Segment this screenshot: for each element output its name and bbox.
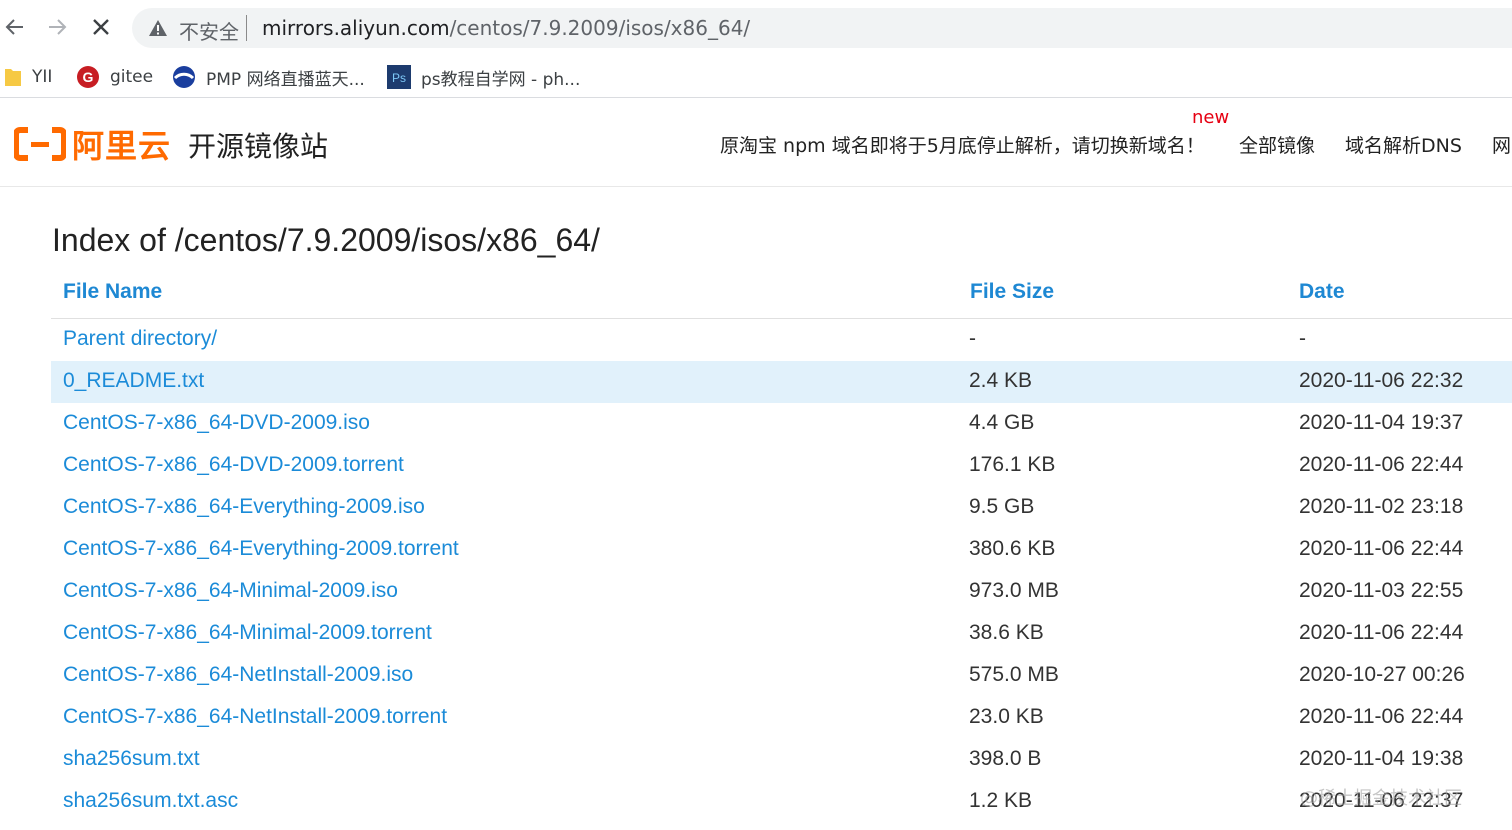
column-header-size[interactable]: File Size: [970, 280, 1054, 304]
bookmark-yii[interactable]: YII: [4, 62, 52, 92]
file-link[interactable]: CentOS-7-x86_64-Everything-2009.iso: [63, 495, 425, 519]
file-size: 575.0 MB: [969, 663, 1059, 686]
table-row: CentOS-7-x86_64-Minimal-2009.torrent 38.…: [51, 613, 1512, 655]
aliyun-logo[interactable]: 阿里云: [14, 121, 171, 167]
forward-arrow-icon: [49, 19, 67, 35]
svg-text:G: G: [83, 69, 94, 85]
file-size: 1.2 KB: [969, 789, 1033, 812]
file-date: -: [1299, 327, 1306, 350]
bookmark-label: YII: [32, 67, 53, 87]
new-badge: new: [1192, 107, 1230, 128]
file-date: 2020-10-27 00:26: [1299, 663, 1465, 686]
pmp-icon: [172, 65, 196, 89]
table-row: CentOS-7-x86_64-Everything-2009.torrent …: [51, 529, 1512, 571]
back-arrow-icon: [5, 19, 23, 35]
bookmark-pmp[interactable]: PMP 网络直播蓝天...: [172, 62, 365, 92]
file-size: 973.0 MB: [969, 579, 1059, 602]
nav-more[interactable]: 网: [1492, 131, 1511, 158]
table-row: CentOS-7-x86_64-DVD-2009.torrent 176.1 K…: [51, 445, 1512, 487]
stop-loading-button[interactable]: [86, 12, 116, 42]
svg-text:Ps: Ps: [392, 71, 406, 85]
table-row: 0_README.txt 2.4 KB 2020-11-06 22:32: [51, 361, 1512, 403]
bookmark-ps[interactable]: Ps ps教程自学网 - ph...: [387, 62, 580, 92]
close-icon: [93, 19, 109, 35]
insecure-label: 不安全: [179, 20, 239, 44]
warning-icon: [148, 18, 168, 43]
url-host: mirrors.aliyun.com: [262, 16, 450, 40]
bookmark-label: PMP 网络直播蓝天...: [206, 69, 365, 90]
file-size: 380.6 KB: [969, 537, 1056, 560]
table-row: CentOS-7-x86_64-Minimal-2009.iso 973.0 M…: [51, 571, 1512, 613]
file-size: 9.5 GB: [969, 495, 1035, 518]
ps-icon: Ps: [387, 65, 411, 89]
file-size: 2.4 KB: [969, 369, 1033, 392]
table-row: Parent directory/ - -: [51, 319, 1512, 361]
domain-notice-link[interactable]: 原淘宝 npm 域名即将于5月底停止解析，请切换新域名！: [720, 131, 1205, 158]
file-link[interactable]: CentOS-7-x86_64-DVD-2009.torrent: [63, 453, 404, 477]
watermark: @稀土掘金技术社区: [1300, 788, 1462, 809]
column-header-name[interactable]: File Name: [63, 280, 162, 304]
file-link[interactable]: CentOS-7-x86_64-NetInstall-2009.torrent: [63, 705, 447, 729]
nav-dns[interactable]: 域名解析DNS: [1345, 131, 1462, 158]
file-link[interactable]: CentOS-7-x86_64-Minimal-2009.iso: [63, 579, 398, 603]
table-row: CentOS-7-x86_64-NetInstall-2009.torrent …: [51, 697, 1512, 739]
divider: [246, 15, 247, 41]
file-date: 2020-11-06 22:44: [1299, 621, 1464, 644]
bookmark-gitee[interactable]: G gitee: [76, 62, 153, 92]
file-link[interactable]: CentOS-7-x86_64-Minimal-2009.torrent: [63, 621, 432, 645]
table-row: sha256sum.txt 398.0 B 2020-11-04 19:38: [51, 739, 1512, 781]
column-header-date[interactable]: Date: [1299, 280, 1345, 304]
table-row: CentOS-7-x86_64-DVD-2009.iso 4.4 GB 2020…: [51, 403, 1512, 445]
table-row: sha256sum.txt.asc 1.2 KB 2020-11-06 22:3…: [51, 781, 1512, 823]
table-row: CentOS-7-x86_64-Everything-2009.iso 9.5 …: [51, 487, 1512, 529]
bookmark-label: ps教程自学网 - ph...: [421, 69, 581, 90]
table-row: CentOS-7-x86_64-NetInstall-2009.iso 575.…: [51, 655, 1512, 697]
file-date: 2020-11-06 22:44: [1299, 453, 1464, 476]
site-title: 开源镜像站: [188, 130, 329, 163]
file-size: 23.0 KB: [969, 705, 1044, 728]
file-size: 4.4 GB: [969, 411, 1035, 434]
address-bar[interactable]: 不安全 mirrors.aliyun.com/centos/7.9.2009/i…: [132, 8, 1512, 48]
file-size: 398.0 B: [969, 747, 1042, 770]
file-date: 2020-11-06 22:32: [1299, 369, 1464, 392]
file-size: -: [969, 327, 976, 350]
file-link[interactable]: sha256sum.txt.asc: [63, 789, 238, 813]
file-listing-table: File Name File Size Date Parent director…: [51, 270, 1512, 823]
site-header: 阿里云 开源镜像站 原淘宝 npm 域名即将于5月底停止解析，请切换新域名！ n…: [0, 99, 1512, 187]
file-link[interactable]: CentOS-7-x86_64-DVD-2009.iso: [63, 411, 370, 435]
page-title: Index of /centos/7.9.2009/isos/x86_64/: [52, 222, 600, 258]
file-date: 2020-11-04 19:38: [1299, 747, 1464, 770]
file-size: 176.1 KB: [969, 453, 1056, 476]
file-date: 2020-11-02 23:18: [1299, 495, 1464, 518]
file-date: 2020-11-06 22:44: [1299, 705, 1464, 728]
forward-button[interactable]: [42, 12, 72, 42]
url-path: /centos/7.9.2009/isos/x86_64/: [449, 16, 751, 40]
table-header: File Name File Size Date: [51, 270, 1512, 319]
logo-text: 阿里云: [72, 127, 172, 165]
nav-all-mirrors[interactable]: 全部镜像: [1239, 131, 1315, 158]
file-link[interactable]: CentOS-7-x86_64-Everything-2009.torrent: [63, 537, 459, 561]
file-date: 2020-11-06 22:44: [1299, 537, 1464, 560]
browser-toolbar: 不安全 mirrors.aliyun.com/centos/7.9.2009/i…: [0, 0, 1512, 56]
file-link[interactable]: sha256sum.txt: [63, 747, 200, 771]
aliyun-logo-icon: [14, 127, 66, 161]
file-date: 2020-11-03 22:55: [1299, 579, 1464, 602]
file-link[interactable]: CentOS-7-x86_64-NetInstall-2009.iso: [63, 663, 413, 687]
bookmarks-bar: YII G gitee PMP 网络直播蓝天... Ps ps教程自学网 - p…: [0, 56, 1512, 98]
back-button[interactable]: [0, 12, 30, 42]
file-date: 2020-11-04 19:37: [1299, 411, 1464, 434]
parent-directory-link[interactable]: Parent directory/: [63, 327, 217, 351]
file-size: 38.6 KB: [969, 621, 1044, 644]
gitee-icon: G: [76, 65, 100, 89]
url-text: mirrors.aliyun.com/centos/7.9.2009/isos/…: [262, 16, 750, 40]
bookmark-label: gitee: [110, 67, 154, 87]
folder-icon: [4, 67, 22, 87]
file-link[interactable]: 0_README.txt: [63, 369, 204, 393]
